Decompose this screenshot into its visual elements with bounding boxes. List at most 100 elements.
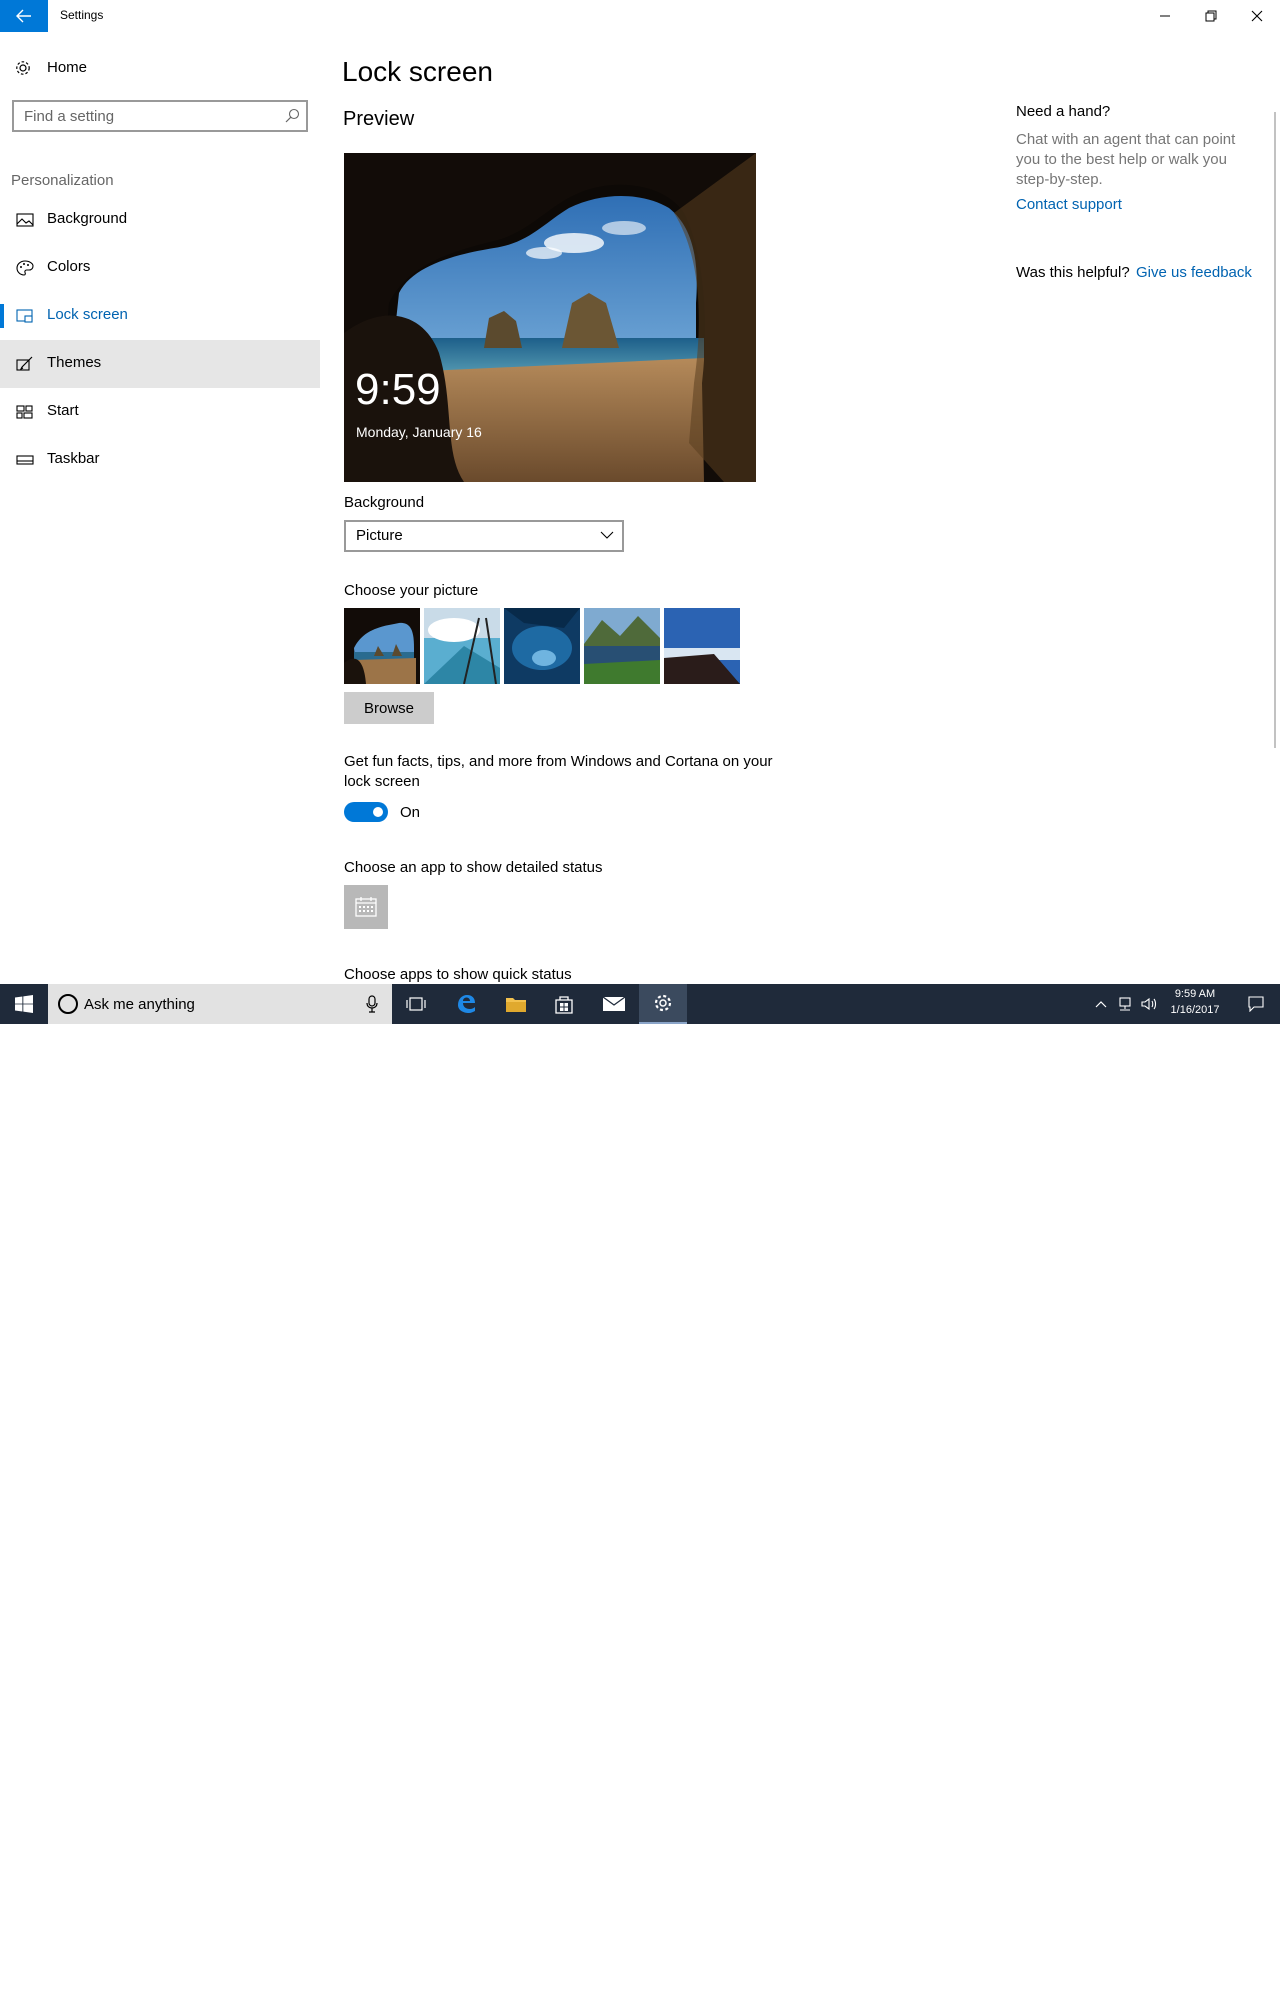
fun-facts-toggle-state: On	[400, 804, 421, 821]
start-button[interactable]	[0, 984, 48, 1024]
close-button[interactable]	[1234, 0, 1280, 32]
settings-gear-icon	[654, 994, 672, 1012]
search-icon[interactable]	[284, 108, 300, 124]
back-button[interactable]	[0, 0, 48, 32]
task-view-button[interactable]	[392, 984, 440, 1024]
sidebar-item-background[interactable]: Background	[0, 196, 320, 244]
store-button[interactable]	[540, 984, 588, 1024]
store-bag-icon	[555, 996, 573, 1014]
scrollbar[interactable]	[1274, 112, 1276, 748]
choose-picture-label: Choose your picture	[344, 582, 479, 599]
window-title: Settings	[60, 8, 104, 22]
browse-button[interactable]: Browse	[344, 692, 434, 724]
sidebar-item-start[interactable]: Start	[0, 388, 320, 436]
folder-icon	[506, 998, 526, 1012]
lock-screen-icon	[16, 309, 33, 323]
taskbar-clock[interactable]: 9:59 AM 1/16/2017	[1160, 986, 1230, 1018]
sidebar-item-taskbar[interactable]: Taskbar	[0, 436, 320, 484]
help-title: Need a hand?	[1016, 103, 1111, 120]
sidebar-item-label: Start	[47, 402, 79, 419]
sidebar: Home Personalization Background Colors	[0, 32, 320, 984]
background-dropdown-value: Picture	[356, 527, 403, 544]
sidebar-item-themes[interactable]: Themes	[0, 340, 320, 388]
action-center-button[interactable]	[1236, 984, 1276, 1024]
picture-thumbnail[interactable]	[584, 608, 660, 684]
mail-icon	[602, 996, 626, 1011]
edge-icon	[458, 995, 475, 1013]
background-dropdown[interactable]: Picture	[344, 520, 624, 552]
network-button[interactable]	[1114, 984, 1136, 1024]
taskbar-time: 9:59 AM	[1174, 988, 1216, 1000]
lock-screen-preview: 9:59 Monday, January 16	[344, 153, 756, 482]
sidebar-item-label: Colors	[47, 258, 91, 275]
preview-time: 9:59	[355, 365, 441, 414]
file-explorer-button[interactable]	[492, 984, 540, 1024]
main-content: Lock screen Preview 9:59 Monday, January…	[342, 32, 962, 984]
chevron-down-icon	[600, 531, 614, 539]
picture-thumbnail[interactable]	[664, 608, 740, 684]
taskbar-date: 1/16/2017	[1170, 1004, 1220, 1016]
cortana-icon	[58, 994, 78, 1014]
themes-brush-icon	[16, 356, 33, 371]
home-label: Home	[47, 59, 88, 76]
sidebar-item-colors[interactable]: Colors	[0, 244, 320, 292]
microphone-icon[interactable]	[366, 995, 378, 1013]
show-hidden-icons-button[interactable]	[1090, 984, 1112, 1024]
cortana-search-text: Ask me anything	[84, 996, 195, 1013]
give-feedback-link[interactable]: Give us feedback	[1136, 264, 1252, 281]
helpful-question: Was this helpful?	[1016, 264, 1130, 281]
notification-icon	[1248, 996, 1264, 1012]
picture-thumbnail[interactable]	[344, 608, 420, 684]
page-title: Lock screen	[342, 56, 493, 87]
toggle-knob	[373, 807, 383, 817]
ice-cave-thumbnail-image	[504, 608, 580, 684]
mail-button[interactable]	[590, 984, 638, 1024]
sidebar-item-label: Background	[47, 210, 128, 227]
search-box[interactable]	[12, 100, 308, 132]
taskbar-icon	[16, 455, 34, 465]
contact-support-link[interactable]: Contact support	[1016, 196, 1122, 213]
sidebar-item-label: Themes	[47, 354, 102, 371]
mountain-lake-thumbnail-image	[584, 608, 660, 684]
gear-icon	[16, 61, 30, 75]
cortana-search-box[interactable]: Ask me anything	[48, 984, 392, 1024]
speaker-icon	[1141, 997, 1157, 1011]
settings-window: Settings Home Personalization	[0, 0, 1280, 984]
detailed-status-label: Choose an app to show detailed status	[344, 859, 603, 876]
picture-thumbnail[interactable]	[424, 608, 500, 684]
sidebar-item-label: Lock screen	[47, 306, 128, 323]
active-indicator	[0, 304, 4, 328]
restore-icon	[1205, 10, 1217, 22]
sidebar-item-label: Taskbar	[47, 450, 100, 467]
search-input[interactable]	[24, 106, 274, 126]
watermark: TheCollectionBook	[1030, 1968, 1260, 2008]
preview-date: Monday, January 16	[356, 424, 482, 440]
help-text: Chat with an agent that can point you to…	[1016, 131, 1236, 188]
volume-button[interactable]	[1138, 984, 1160, 1024]
clouds-horizon-thumbnail-image	[664, 608, 740, 684]
palette-icon	[16, 260, 34, 276]
back-arrow-icon	[16, 9, 31, 23]
taskbar: Ask me anything TheCollectionBook 9:59 A…	[0, 984, 1280, 2008]
detailed-status-app-button[interactable]	[344, 885, 388, 929]
picture-icon	[16, 213, 34, 227]
picture-thumbnail[interactable]	[504, 608, 580, 684]
edge-browser-button[interactable]	[442, 984, 490, 1024]
sidebar-item-lock-screen[interactable]: Lock screen	[0, 292, 320, 340]
aerial-sea-thumbnail-image	[424, 608, 500, 684]
minimize-icon	[1160, 15, 1170, 17]
fun-facts-toggle[interactable]	[344, 802, 388, 822]
quick-status-label: Choose apps to show quick status	[344, 966, 572, 983]
close-icon	[1251, 10, 1263, 22]
minimize-button[interactable]	[1142, 0, 1188, 32]
watermark-text: TheCollectionBook	[1092, 1972, 1244, 1992]
start-tiles-icon	[16, 405, 33, 419]
book-logo-icon	[1033, 1970, 1079, 2008]
home-nav-item[interactable]: Home	[0, 52, 320, 84]
chevron-up-icon	[1095, 1001, 1107, 1008]
network-icon	[1119, 997, 1131, 1011]
fun-facts-label: Get fun facts, tips, and more from Windo…	[344, 753, 773, 790]
restore-button[interactable]	[1188, 0, 1234, 32]
settings-taskbar-button[interactable]	[639, 984, 687, 1024]
cave-thumbnail-image	[344, 608, 420, 684]
